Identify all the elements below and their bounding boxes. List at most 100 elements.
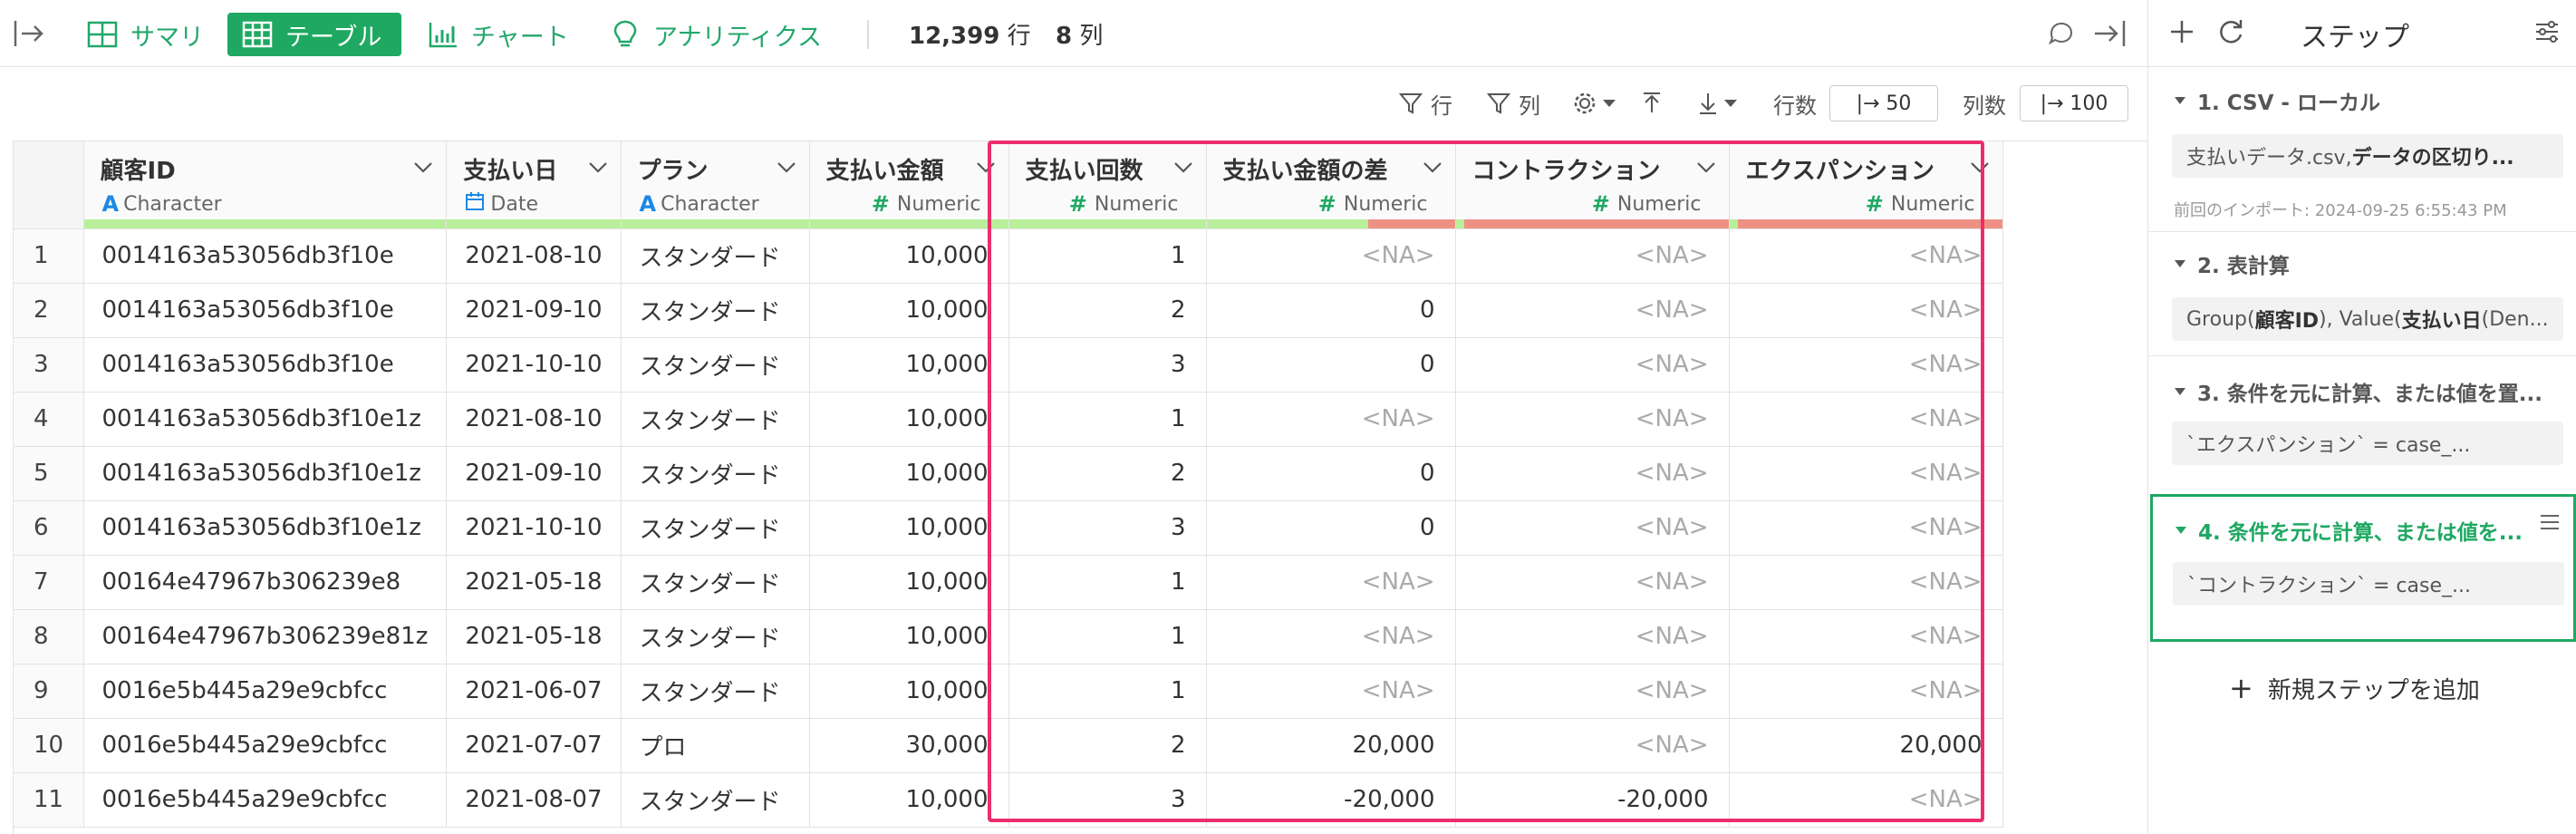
table-cell[interactable]: <NA> xyxy=(1455,555,1730,610)
column-header[interactable]: 支払い回数 # Numeric xyxy=(1008,141,1207,229)
table-cell[interactable]: 2 xyxy=(1008,718,1207,773)
tab-chart[interactable]: チャート xyxy=(413,13,584,56)
table-cell[interactable]: スタンダード xyxy=(621,337,810,393)
table-cell[interactable]: <NA> xyxy=(1729,609,2003,664)
table-cell[interactable]: 2021-07-07 xyxy=(446,718,622,773)
table-cell[interactable]: 2021-08-10 xyxy=(446,392,622,447)
table-cell[interactable]: 10,000 xyxy=(809,446,1009,501)
table-cell[interactable]: 3 xyxy=(1008,772,1207,828)
column-header[interactable]: 支払い金額の差 # Numeric xyxy=(1206,141,1456,229)
table-cell[interactable]: 1 xyxy=(1008,609,1207,664)
table-cell[interactable]: 3 xyxy=(1008,337,1207,393)
menu-icon[interactable] xyxy=(2539,513,2561,531)
table-cell[interactable]: 0 xyxy=(1206,337,1456,393)
table-cell[interactable]: 10,000 xyxy=(809,392,1009,447)
table-cell[interactable]: 10,000 xyxy=(809,609,1009,664)
tab-table[interactable]: テーブル xyxy=(227,13,401,56)
table-cell[interactable]: <NA> xyxy=(1455,228,1730,284)
table-cell[interactable]: 0014163a53056db3f10e1z xyxy=(83,446,448,501)
chevron-down-icon[interactable] xyxy=(1423,161,1442,174)
table-cell[interactable]: 0 xyxy=(1206,446,1456,501)
table-cell[interactable]: 0014163a53056db3f10e1z xyxy=(83,392,448,447)
table-cell[interactable]: 2021-05-18 xyxy=(446,609,622,664)
chevron-down-icon[interactable] xyxy=(777,161,796,174)
table-cell[interactable]: 2021-10-10 xyxy=(446,337,622,393)
table-cell[interactable]: 2021-09-10 xyxy=(446,446,622,501)
table-cell[interactable]: 0 xyxy=(1206,500,1456,556)
add-step-button[interactable]: + 新規ステップを追加 xyxy=(2229,671,2480,705)
table-cell[interactable]: 30,000 xyxy=(809,718,1009,773)
table-cell[interactable]: 2021-09-10 xyxy=(446,283,622,338)
table-cell[interactable]: 20,000 xyxy=(1729,718,2003,773)
collapse-right-icon[interactable] xyxy=(2091,18,2127,49)
table-cell[interactable]: <NA> xyxy=(1206,664,1456,719)
table-cell[interactable]: -20,000 xyxy=(1206,772,1456,828)
table-cell[interactable]: 0016e5b445a29e9cbfcc xyxy=(83,664,448,719)
table-cell[interactable]: スタンダード xyxy=(621,392,810,447)
table-cell[interactable]: 0 xyxy=(1206,283,1456,338)
step-4-summary[interactable]: `コントラクション` = case_... xyxy=(2173,562,2564,606)
table-cell[interactable]: 2021-05-18 xyxy=(446,555,622,610)
table-cell[interactable]: スタンダード xyxy=(621,228,810,284)
table-cell[interactable]: スタンダード xyxy=(621,664,810,719)
column-header[interactable]: 支払い金額 # Numeric xyxy=(809,141,1009,229)
table-cell[interactable]: <NA> xyxy=(1455,609,1730,664)
add-icon[interactable] xyxy=(2168,18,2195,45)
column-header[interactable]: コントラクション # Numeric xyxy=(1455,141,1730,229)
table-cell[interactable]: 2 xyxy=(1008,446,1207,501)
column-header[interactable]: 支払い日 Date xyxy=(446,141,622,229)
table-cell[interactable]: -20,000 xyxy=(1455,772,1730,828)
columns-limit-input[interactable]: |→ 100 xyxy=(2020,85,2128,121)
table-cell[interactable]: 0014163a53056db3f10e xyxy=(83,228,448,284)
table-cell[interactable]: スタンダード xyxy=(621,609,810,664)
tab-summary[interactable]: サマリ xyxy=(72,13,218,56)
column-header[interactable]: 顧客ID A Character xyxy=(83,141,448,229)
chevron-down-icon[interactable] xyxy=(976,161,996,174)
table-cell[interactable]: 00164e47967b306239e8 xyxy=(83,555,448,610)
table-cell[interactable]: 0014163a53056db3f10e xyxy=(83,283,448,338)
table-cell[interactable]: <NA> xyxy=(1729,500,2003,556)
table-cell[interactable]: <NA> xyxy=(1455,337,1730,393)
table-cell[interactable]: 0016e5b445a29e9cbfcc xyxy=(83,772,448,828)
table-cell[interactable]: <NA> xyxy=(1455,718,1730,773)
table-cell[interactable]: 10,000 xyxy=(809,500,1009,556)
tab-analytics[interactable]: アナリティクス xyxy=(595,13,836,56)
table-cell[interactable]: <NA> xyxy=(1206,609,1456,664)
table-cell[interactable]: <NA> xyxy=(1206,555,1456,610)
chevron-down-icon[interactable] xyxy=(1970,161,1990,174)
column-header[interactable]: プラン A Character xyxy=(621,141,810,229)
table-cell[interactable]: スタンダード xyxy=(621,500,810,556)
table-cell[interactable]: <NA> xyxy=(1206,392,1456,447)
table-cell[interactable]: 10,000 xyxy=(809,664,1009,719)
table-cell[interactable]: 3 xyxy=(1008,500,1207,556)
rows-limit-input[interactable]: |→ 50 xyxy=(1829,85,1938,121)
step-1-summary[interactable]: 支払いデータ.csv, データの区切り... xyxy=(2172,134,2563,178)
step-2-summary[interactable]: Group(顧客ID), Value(支払い日 (Den... xyxy=(2172,297,2563,341)
table-cell[interactable]: 10,000 xyxy=(809,228,1009,284)
collapse-left-icon[interactable] xyxy=(13,18,45,49)
table-cell[interactable]: 1 xyxy=(1008,392,1207,447)
filter-column-button[interactable]: 列 xyxy=(1486,83,1540,123)
table-cell[interactable]: 2021-06-07 xyxy=(446,664,622,719)
table-cell[interactable]: 1 xyxy=(1008,555,1207,610)
upload-button[interactable] xyxy=(1640,83,1664,123)
table-cell[interactable]: 10,000 xyxy=(809,337,1009,393)
table-cell[interactable]: 20,000 xyxy=(1206,718,1456,773)
table-cell[interactable]: 2021-10-10 xyxy=(446,500,622,556)
step-4-active[interactable]: 4. 条件を元に計算、または値を... `コントラクション` = case_..… xyxy=(2150,494,2576,642)
table-cell[interactable]: 2021-08-10 xyxy=(446,228,622,284)
table-cell[interactable]: 1 xyxy=(1008,228,1207,284)
table-cell[interactable]: <NA> xyxy=(1455,283,1730,338)
table-cell[interactable]: 2021-08-07 xyxy=(446,772,622,828)
table-cell[interactable]: 1 xyxy=(1008,664,1207,719)
table-cell[interactable]: <NA> xyxy=(1455,500,1730,556)
table-cell[interactable]: <NA> xyxy=(1455,392,1730,447)
chevron-down-icon[interactable] xyxy=(588,161,608,174)
table-cell[interactable]: <NA> xyxy=(1729,337,2003,393)
table-cell[interactable]: <NA> xyxy=(1729,664,2003,719)
table-cell[interactable]: スタンダード xyxy=(621,555,810,610)
table-cell[interactable]: スタンダード xyxy=(621,283,810,338)
refresh-icon[interactable] xyxy=(2215,16,2246,47)
table-cell[interactable]: スタンダード xyxy=(621,446,810,501)
table-cell[interactable]: <NA> xyxy=(1729,228,2003,284)
